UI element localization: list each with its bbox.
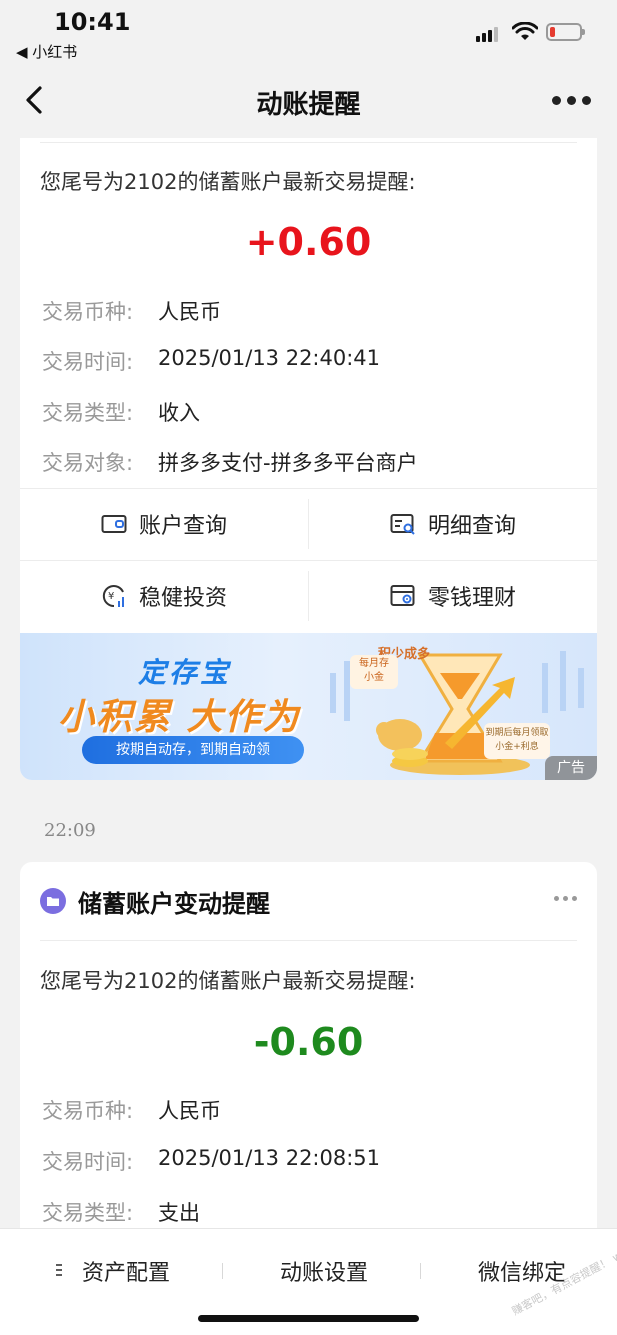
- transaction-amount: -0.60: [253, 1020, 364, 1064]
- transaction-intro: 您尾号为2102的储蓄账户最新交易提醒:: [40, 170, 416, 194]
- steady-investment-button[interactable]: ¥ 稳健投资: [20, 561, 308, 631]
- counterparty-value: 拼多多支付-拼多多平台商户: [158, 451, 418, 475]
- change-finance-button[interactable]: 零钱理财: [309, 561, 597, 631]
- divider: [40, 940, 577, 941]
- status-bar: 10:41 ◀ 小红书: [0, 0, 617, 70]
- type-label: 交易类型:: [42, 1201, 134, 1225]
- card-more-icon[interactable]: [554, 896, 578, 902]
- transaction-intro: 您尾号为2102的储蓄账户最新交易提醒:: [40, 969, 416, 993]
- nav-bar: 动账提醒: [0, 70, 617, 132]
- type-value: 支出: [158, 1201, 200, 1225]
- counterparty-label: 交易对象:: [42, 451, 134, 475]
- tab-alert-settings[interactable]: 动账设置: [280, 1255, 368, 1287]
- yuan-chart-icon: ¥: [102, 585, 124, 608]
- back-to-app-link[interactable]: ◀ 小红书: [16, 41, 77, 62]
- time-label: 交易时间:: [42, 350, 134, 374]
- currency-value: 人民币: [158, 1099, 221, 1123]
- banner-tag-due: 到期后每月领取 小金+利息: [484, 723, 550, 759]
- wifi-icon: [512, 22, 538, 40]
- type-label: 交易类型:: [42, 401, 134, 425]
- statement-query-label: 明细查询: [427, 514, 516, 539]
- wallet-icon: [101, 515, 127, 533]
- banner-tag-monthly: 每月存 小金: [350, 655, 398, 689]
- currency-label: 交易币种:: [42, 1099, 134, 1123]
- home-indicator: [198, 1315, 419, 1322]
- banner-pill: 按期自动存，到期自动领: [82, 736, 304, 764]
- message-timestamp: 22:09: [44, 820, 96, 841]
- type-value: 收入: [158, 401, 200, 425]
- account-query-button[interactable]: 账户查询: [20, 489, 308, 559]
- wallet-target-icon: [390, 585, 415, 606]
- time-value: 2025/01/13 22:08:51: [158, 1146, 381, 1170]
- banner-tag-monthly-line1: 每月存: [359, 658, 389, 669]
- time-label: 交易时间:: [42, 1150, 134, 1174]
- banner-title: 定存宝: [138, 656, 232, 689]
- battery-icon: [546, 23, 585, 41]
- banner-headline: 小积累 大作为: [58, 697, 301, 738]
- currency-label: 交易币种:: [42, 300, 134, 324]
- transaction-amount: +0.60: [245, 220, 372, 264]
- change-finance-label: 零钱理财: [427, 586, 516, 611]
- account-query-label: 账户查询: [138, 514, 227, 539]
- time-value: 2025/01/13 22:40:41: [158, 346, 381, 370]
- ad-banner[interactable]: 积少成多 每月存 小金 到期后每月领取 小金+利息 定存宝 小积累 大作为 按期…: [20, 633, 597, 780]
- more-menu-icon[interactable]: [552, 96, 592, 108]
- transaction-card-income: 您尾号为2102的储蓄账户最新交易提醒: +0.60 交易币种: 人民币 交易时…: [20, 138, 597, 780]
- currency-value: 人民币: [158, 300, 221, 324]
- card-title: 储蓄账户变动提醒: [78, 890, 270, 918]
- banner-tag-monthly-line2: 小金: [364, 672, 384, 683]
- divider: [40, 142, 577, 143]
- divider: [222, 1263, 223, 1279]
- statement-query-button[interactable]: 明细查询: [309, 489, 597, 559]
- svg-text:¥: ¥: [108, 591, 114, 602]
- statement-search-icon: [390, 514, 415, 535]
- ad-label: 广告: [545, 756, 597, 780]
- menu-icon: [56, 1264, 62, 1276]
- banner-tag-due-line1: 到期后每月领取: [485, 728, 549, 738]
- divider: [420, 1263, 421, 1279]
- page-title: 动账提醒: [256, 90, 361, 120]
- cellular-signal-icon: [476, 24, 502, 42]
- banner-tag-due-line2: 小金+利息: [495, 742, 539, 752]
- folder-icon: [40, 888, 66, 914]
- bottom-tab-bar: 资产配置 动账设置 微信绑定 赚客吧，有点容提醒！ www.zuanke8.co…: [0, 1205, 617, 1335]
- steady-investment-label: 稳健投资: [138, 586, 227, 611]
- tab-asset-allocation[interactable]: 资产配置: [82, 1255, 170, 1287]
- status-time: 10:41: [54, 8, 131, 36]
- transaction-card-expense: 储蓄账户变动提醒 您尾号为2102的储蓄账户最新交易提醒: -0.60 交易币种…: [20, 862, 597, 1242]
